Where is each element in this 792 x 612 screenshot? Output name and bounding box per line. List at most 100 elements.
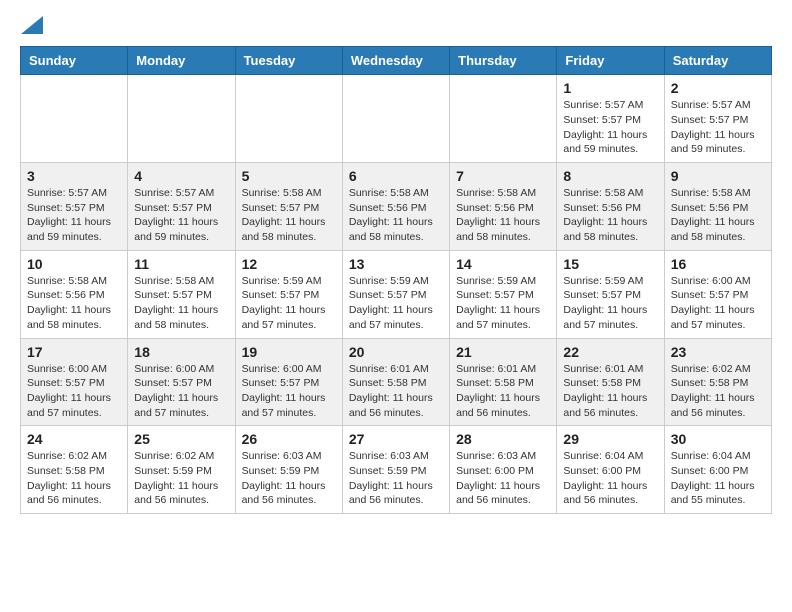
day-number: 19	[242, 344, 336, 360]
calendar-day-cell	[21, 75, 128, 163]
calendar-day-cell: 26 Sunrise: 6:03 AM Sunset: 5:59 PM Dayli…	[235, 426, 342, 514]
calendar-day-cell: 11 Sunrise: 5:58 AM Sunset: 5:57 PM Dayli…	[128, 250, 235, 338]
day-info: Sunrise: 6:03 AM Sunset: 6:00 PM Dayligh…	[456, 449, 550, 508]
calendar-day-cell	[450, 75, 557, 163]
calendar-day-cell	[128, 75, 235, 163]
day-info: Sunrise: 6:03 AM Sunset: 5:59 PM Dayligh…	[349, 449, 443, 508]
weekday-header: Tuesday	[235, 47, 342, 75]
calendar-day-cell: 12 Sunrise: 5:59 AM Sunset: 5:57 PM Dayli…	[235, 250, 342, 338]
day-info: Sunrise: 6:02 AM Sunset: 5:58 PM Dayligh…	[27, 449, 121, 508]
weekday-header: Saturday	[664, 47, 771, 75]
day-number: 28	[456, 431, 550, 447]
calendar-week-row: 10 Sunrise: 5:58 AM Sunset: 5:56 PM Dayli…	[21, 250, 772, 338]
weekday-header: Friday	[557, 47, 664, 75]
calendar-day-cell: 14Sunrise: 5:59 AM Sunset: 5:57 PM Dayli…	[450, 250, 557, 338]
calendar-week-row: 1Sunrise: 5:57 AM Sunset: 5:57 PM Daylig…	[21, 75, 772, 163]
day-info: Sunrise: 5:58 AM Sunset: 5:56 PM Dayligh…	[27, 274, 121, 333]
calendar-day-cell: 23 Sunrise: 6:02 AM Sunset: 5:58 PM Dayli…	[664, 338, 771, 426]
day-number: 12	[242, 256, 336, 272]
calendar-day-cell: 20 Sunrise: 6:01 AM Sunset: 5:58 PM Dayli…	[342, 338, 449, 426]
calendar-day-cell	[342, 75, 449, 163]
day-number: 6	[349, 168, 443, 184]
day-info: Sunrise: 5:58 AM Sunset: 5:56 PM Dayligh…	[456, 186, 550, 245]
weekday-header-row: SundayMondayTuesdayWednesdayThursdayFrid…	[21, 47, 772, 75]
calendar-day-cell: 15Sunrise: 5:59 AM Sunset: 5:57 PM Dayli…	[557, 250, 664, 338]
day-number: 24	[27, 431, 121, 447]
day-number: 9	[671, 168, 765, 184]
day-number: 18	[134, 344, 228, 360]
day-number: 23	[671, 344, 765, 360]
calendar-day-cell: 18Sunrise: 6:00 AM Sunset: 5:57 PM Dayli…	[128, 338, 235, 426]
calendar-day-cell: 17 Sunrise: 6:00 AM Sunset: 5:57 PM Dayli…	[21, 338, 128, 426]
day-info: Sunrise: 5:58 AM Sunset: 5:57 PM Dayligh…	[242, 186, 336, 245]
day-info: Sunrise: 5:58 AM Sunset: 5:56 PM Dayligh…	[563, 186, 657, 245]
calendar-day-cell: 25 Sunrise: 6:02 AM Sunset: 5:59 PM Dayli…	[128, 426, 235, 514]
day-number: 7	[456, 168, 550, 184]
day-info: Sunrise: 5:57 AM Sunset: 5:57 PM Dayligh…	[563, 98, 657, 157]
calendar-day-cell: 5 Sunrise: 5:58 AM Sunset: 5:57 PM Daylig…	[235, 163, 342, 251]
day-number: 11	[134, 256, 228, 272]
calendar-week-row: 17 Sunrise: 6:00 AM Sunset: 5:57 PM Dayli…	[21, 338, 772, 426]
day-info: Sunrise: 6:04 AM Sunset: 6:00 PM Dayligh…	[671, 449, 765, 508]
day-info: Sunrise: 6:01 AM Sunset: 5:58 PM Dayligh…	[456, 362, 550, 421]
calendar-day-cell: 1Sunrise: 5:57 AM Sunset: 5:57 PM Daylig…	[557, 75, 664, 163]
day-number: 25	[134, 431, 228, 447]
day-info: Sunrise: 5:57 AM Sunset: 5:57 PM Dayligh…	[671, 98, 765, 157]
day-number: 17	[27, 344, 121, 360]
day-info: Sunrise: 5:57 AM Sunset: 5:57 PM Dayligh…	[134, 186, 228, 245]
day-info: Sunrise: 6:02 AM Sunset: 5:59 PM Dayligh…	[134, 449, 228, 508]
logo-area	[20, 16, 43, 36]
day-number: 26	[242, 431, 336, 447]
calendar-day-cell: 29Sunrise: 6:04 AM Sunset: 6:00 PM Dayli…	[557, 426, 664, 514]
day-info: Sunrise: 5:58 AM Sunset: 5:56 PM Dayligh…	[349, 186, 443, 245]
weekday-header: Sunday	[21, 47, 128, 75]
page: SundayMondayTuesdayWednesdayThursdayFrid…	[0, 0, 792, 534]
calendar-day-cell: 10 Sunrise: 5:58 AM Sunset: 5:56 PM Dayli…	[21, 250, 128, 338]
day-info: Sunrise: 5:59 AM Sunset: 5:57 PM Dayligh…	[242, 274, 336, 333]
day-number: 3	[27, 168, 121, 184]
day-number: 29	[563, 431, 657, 447]
day-number: 2	[671, 80, 765, 96]
calendar-day-cell: 9 Sunrise: 5:58 AM Sunset: 5:56 PM Daylig…	[664, 163, 771, 251]
weekday-header: Monday	[128, 47, 235, 75]
day-info: Sunrise: 5:59 AM Sunset: 5:57 PM Dayligh…	[456, 274, 550, 333]
day-number: 15	[563, 256, 657, 272]
weekday-header: Wednesday	[342, 47, 449, 75]
calendar-week-row: 24 Sunrise: 6:02 AM Sunset: 5:58 PM Dayli…	[21, 426, 772, 514]
calendar-day-cell: 7 Sunrise: 5:58 AM Sunset: 5:56 PM Daylig…	[450, 163, 557, 251]
day-info: Sunrise: 5:59 AM Sunset: 5:57 PM Dayligh…	[349, 274, 443, 333]
day-number: 16	[671, 256, 765, 272]
day-number: 5	[242, 168, 336, 184]
day-info: Sunrise: 5:58 AM Sunset: 5:56 PM Dayligh…	[671, 186, 765, 245]
calendar-day-cell	[235, 75, 342, 163]
day-info: Sunrise: 6:00 AM Sunset: 5:57 PM Dayligh…	[671, 274, 765, 333]
day-number: 30	[671, 431, 765, 447]
calendar-day-cell: 28 Sunrise: 6:03 AM Sunset: 6:00 PM Dayli…	[450, 426, 557, 514]
day-info: Sunrise: 6:03 AM Sunset: 5:59 PM Dayligh…	[242, 449, 336, 508]
header	[20, 16, 772, 36]
day-number: 8	[563, 168, 657, 184]
calendar-day-cell: 8 Sunrise: 5:58 AM Sunset: 5:56 PM Daylig…	[557, 163, 664, 251]
day-number: 22	[563, 344, 657, 360]
calendar-day-cell: 21 Sunrise: 6:01 AM Sunset: 5:58 PM Dayli…	[450, 338, 557, 426]
calendar-day-cell: 30 Sunrise: 6:04 AM Sunset: 6:00 PM Dayli…	[664, 426, 771, 514]
day-info: Sunrise: 6:00 AM Sunset: 5:57 PM Dayligh…	[27, 362, 121, 421]
calendar-day-cell: 19 Sunrise: 6:00 AM Sunset: 5:57 PM Dayli…	[235, 338, 342, 426]
day-info: Sunrise: 6:02 AM Sunset: 5:58 PM Dayligh…	[671, 362, 765, 421]
day-number: 10	[27, 256, 121, 272]
calendar-day-cell: 2 Sunrise: 5:57 AM Sunset: 5:57 PM Daylig…	[664, 75, 771, 163]
calendar-day-cell: 16 Sunrise: 6:00 AM Sunset: 5:57 PM Dayli…	[664, 250, 771, 338]
day-number: 4	[134, 168, 228, 184]
calendar-day-cell: 27Sunrise: 6:03 AM Sunset: 5:59 PM Dayli…	[342, 426, 449, 514]
day-info: Sunrise: 6:01 AM Sunset: 5:58 PM Dayligh…	[563, 362, 657, 421]
calendar-day-cell: 22 Sunrise: 6:01 AM Sunset: 5:58 PM Dayli…	[557, 338, 664, 426]
day-number: 20	[349, 344, 443, 360]
day-number: 21	[456, 344, 550, 360]
day-info: Sunrise: 5:58 AM Sunset: 5:57 PM Dayligh…	[134, 274, 228, 333]
day-info: Sunrise: 6:00 AM Sunset: 5:57 PM Dayligh…	[242, 362, 336, 421]
calendar-day-cell: 4 Sunrise: 5:57 AM Sunset: 5:57 PM Daylig…	[128, 163, 235, 251]
calendar-table: SundayMondayTuesdayWednesdayThursdayFrid…	[20, 46, 772, 514]
day-info: Sunrise: 6:01 AM Sunset: 5:58 PM Dayligh…	[349, 362, 443, 421]
calendar-day-cell: 24 Sunrise: 6:02 AM Sunset: 5:58 PM Dayli…	[21, 426, 128, 514]
day-info: Sunrise: 5:57 AM Sunset: 5:57 PM Dayligh…	[27, 186, 121, 245]
